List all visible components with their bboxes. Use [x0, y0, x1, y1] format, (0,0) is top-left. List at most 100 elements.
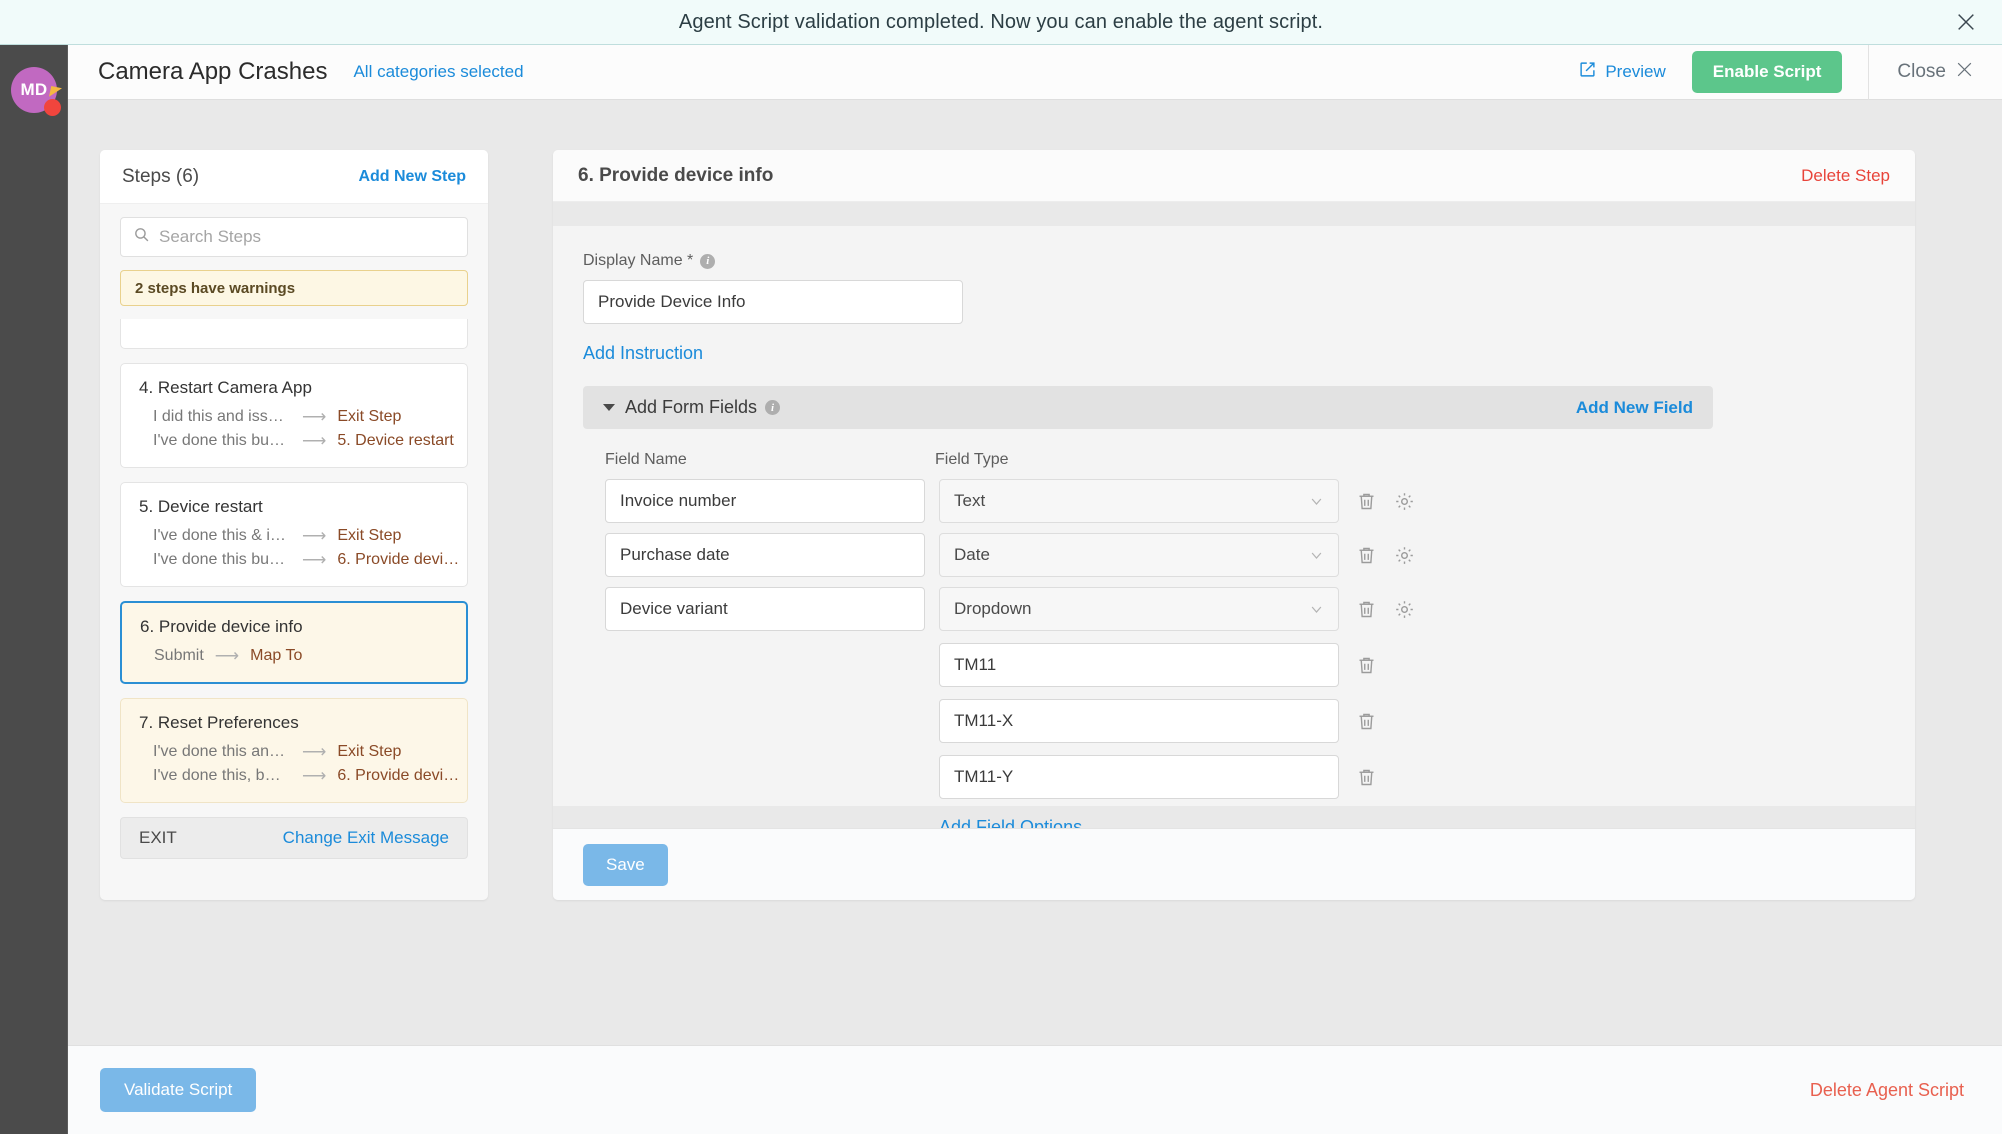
step-title: 5. Device restart — [139, 497, 263, 516]
transition-destination: 5. Device restart — [337, 432, 454, 449]
search-steps-input[interactable] — [159, 227, 455, 247]
close-button[interactable]: Close — [1869, 60, 2002, 85]
add-new-step-button[interactable]: Add New Step — [358, 168, 466, 186]
arrow-icon: ⟶ — [302, 526, 327, 545]
chevron-down-icon[interactable] — [603, 404, 615, 411]
trash-icon[interactable] — [1356, 655, 1377, 676]
preview-label: Preview — [1605, 62, 1666, 81]
search-steps-box[interactable] — [120, 217, 468, 257]
field-type-value: Text — [954, 491, 986, 510]
step-card-active[interactable]: 6. Provide device info Submit ⟶ Map To — [120, 601, 468, 684]
step-card[interactable]: 5. Device restart I've done this & i… ⟶ … — [120, 482, 468, 587]
field-type-value: Date — [954, 545, 990, 564]
change-exit-message-button[interactable]: Change Exit Message — [283, 828, 449, 848]
field-type-select[interactable]: Dropdown — [939, 587, 1339, 631]
field-name-input[interactable] — [605, 587, 925, 631]
close-label: Close — [1897, 61, 1946, 82]
notification-banner: Agent Script validation completed. Now y… — [0, 0, 2002, 45]
page-header: Camera App Crashes All categories select… — [68, 44, 2002, 100]
gear-icon[interactable] — [1394, 491, 1415, 512]
avatar-status-dot — [44, 99, 61, 116]
transition-destination: Map To — [250, 647, 303, 664]
dropdown-option-input[interactable] — [939, 699, 1339, 743]
display-name-input[interactable] — [583, 280, 963, 324]
step-transition: Submit ⟶ Map To — [140, 646, 448, 666]
exit-label: EXIT — [139, 828, 177, 847]
dropdown-option-row — [583, 699, 1885, 743]
add-form-fields-section-bar[interactable]: Add Form Fields i Add New Field — [583, 386, 1713, 429]
save-button[interactable]: Save — [583, 843, 668, 886]
step-transition: I've done this, b… ⟶ 6. Provide devi… — [139, 766, 459, 786]
chevron-down-icon — [1309, 548, 1324, 563]
chevron-down-icon — [1309, 494, 1324, 509]
steps-panel: Steps (6) Add New Step 2 steps have warn… — [100, 150, 488, 900]
add-new-field-button[interactable]: Add New Field — [1576, 398, 1693, 418]
step-detail-header: 6. Provide device info Delete Step — [553, 150, 1915, 202]
partial-step-card[interactable] — [120, 319, 468, 349]
field-type-select[interactable]: Text — [939, 479, 1339, 523]
delete-agent-script-button[interactable]: Delete Agent Script — [1810, 1080, 1964, 1101]
field-row: Date — [583, 533, 1885, 577]
field-name-input[interactable] — [605, 479, 925, 523]
avatar[interactable]: MD — [11, 67, 63, 116]
step-transition: I did this and iss… ⟶ Exit Step — [139, 407, 449, 427]
header-actions: Preview Enable Script Close — [1579, 44, 2002, 100]
gear-icon[interactable] — [1394, 545, 1415, 566]
preview-button[interactable]: Preview — [1579, 61, 1666, 83]
add-form-fields-title: Add Form Fields i — [625, 397, 781, 418]
detail-footer: Save — [553, 828, 1915, 900]
arrow-icon: ⟶ — [214, 646, 240, 665]
categories-link[interactable]: All categories selected — [353, 62, 523, 82]
step-transition: I've done this an… ⟶ Exit Step — [139, 742, 449, 762]
step-transition: I've done this & i… ⟶ Exit Step — [139, 526, 449, 546]
delete-step-button[interactable]: Delete Step — [1801, 166, 1890, 186]
display-name-label-text: Display Name * — [583, 252, 694, 269]
step-transition: I've done this bu… ⟶ 5. Device restart — [139, 431, 454, 451]
fields-table-header: Field Name Field Type — [583, 451, 1885, 469]
field-row: Dropdown — [583, 587, 1885, 631]
field-name-input[interactable] — [605, 533, 925, 577]
exit-bar: EXIT Change Exit Message — [120, 817, 468, 859]
arrow-icon: ⟶ — [302, 742, 327, 761]
transition-condition: I've done this an… — [153, 743, 286, 760]
field-type-select[interactable]: Date — [939, 533, 1339, 577]
transition-destination: Exit Step — [337, 743, 402, 760]
field-type-value: Dropdown — [954, 599, 1032, 618]
steps-count-title: Steps (6) — [122, 165, 200, 187]
steps-panel-header: Steps (6) Add New Step — [100, 150, 488, 204]
enable-script-button[interactable]: Enable Script — [1691, 51, 1843, 93]
add-instruction-button[interactable]: Add Instruction — [583, 343, 1885, 364]
trash-icon[interactable] — [1356, 599, 1377, 620]
trash-icon[interactable] — [1356, 545, 1377, 566]
info-icon[interactable]: i — [700, 253, 716, 269]
transition-destination: 6. Provide devi… — [337, 551, 460, 568]
close-icon — [1955, 60, 1974, 85]
transition-condition: I did this and iss… — [153, 408, 284, 425]
info-icon[interactable]: i — [765, 400, 781, 415]
chevron-down-icon — [1309, 602, 1324, 617]
step-card[interactable]: 4. Restart Camera App I did this and iss… — [120, 363, 468, 468]
step-title: 7. Reset Preferences — [139, 713, 299, 732]
dropdown-option-input[interactable] — [939, 643, 1339, 687]
trash-icon[interactable] — [1356, 767, 1377, 788]
transition-destination: 6. Provide devi… — [337, 767, 460, 784]
search-icon — [133, 226, 150, 248]
step-detail-panel: 6. Provide device info Delete Step Displ… — [553, 150, 1915, 900]
arrow-icon: ⟶ — [302, 766, 327, 785]
arrow-icon: ⟶ — [302, 550, 327, 569]
bottom-action-bar: Validate Script Delete Agent Script — [68, 1045, 2002, 1134]
step-transition: I've done this bu… ⟶ 6. Provide devi… — [139, 550, 459, 570]
steps-warning-banner[interactable]: 2 steps have warnings — [120, 270, 468, 306]
gear-icon[interactable] — [1394, 599, 1415, 620]
transition-condition: I've done this, b… — [153, 767, 281, 784]
step-detail-card: Display Name * i Add Instruction Add For… — [553, 226, 1915, 900]
step-card[interactable]: 7. Reset Preferences I've done this an… … — [120, 698, 468, 803]
dropdown-option-input[interactable] — [939, 755, 1339, 799]
close-icon[interactable] — [1952, 8, 1980, 36]
col-field-type: Field Type — [935, 451, 1009, 468]
trash-icon[interactable] — [1356, 711, 1377, 732]
transition-condition: I've done this & i… — [153, 527, 286, 544]
validate-script-button[interactable]: Validate Script — [100, 1068, 257, 1112]
trash-icon[interactable] — [1356, 491, 1377, 512]
transition-condition: Submit — [154, 647, 204, 664]
